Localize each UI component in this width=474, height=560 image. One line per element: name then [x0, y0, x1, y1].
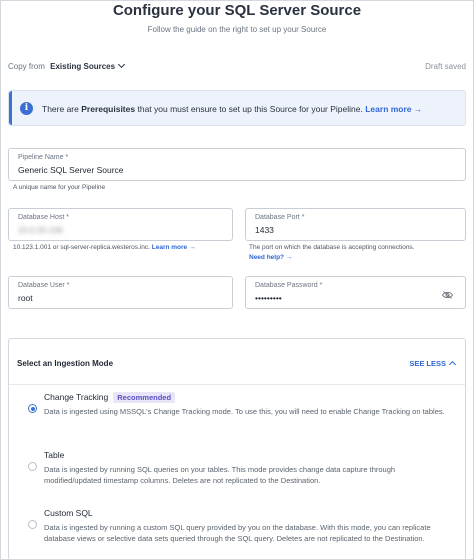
need-help-link[interactable]: Need help? → [249, 254, 292, 261]
copy-from-label: Copy from [8, 62, 45, 71]
banner-text: There are Prerequisites that you must en… [42, 104, 422, 114]
option-custom-sql-desc: Data is ingested by running a custom SQL… [44, 523, 431, 543]
database-host-value[interactable]: 10.0.20.100 [18, 225, 63, 235]
see-less-label[interactable]: SEE LESS [409, 359, 446, 368]
option-change-tracking-label: Change Tracking [44, 392, 109, 402]
arrow-right-icon[interactable]: → [414, 104, 423, 114]
banner-prerequisites: Prerequisites [81, 104, 136, 114]
pipeline-name-input[interactable]: Generic SQL Server Source [18, 165, 124, 175]
banner-learn-more-label[interactable]: Learn more [365, 104, 411, 114]
option-table-title: Table [44, 450, 65, 460]
database-password-input[interactable]: ••••••••• [255, 293, 282, 303]
need-help-label[interactable]: Need help? [249, 254, 284, 261]
database-password-label: Database Password * [255, 282, 323, 289]
banner-text-after: that you must ensure to set up this Sour… [137, 104, 363, 114]
prerequisites-banner: i There are Prerequisites that you must … [8, 90, 466, 126]
database-port-field[interactable]: Database Port * 1433 [245, 208, 466, 241]
database-host-hint-text: 10.123.1.001 or sql-server-replica.weste… [13, 244, 150, 251]
eye-off-icon[interactable] [442, 291, 453, 299]
pipeline-name-label: Pipeline Name * [18, 154, 69, 161]
banner-text-before: There are [42, 104, 79, 114]
database-port-label: Database Port * [255, 214, 305, 221]
copy-from-dropdown[interactable]: Existing Sources [47, 60, 126, 71]
database-host-field[interactable]: Database Host * 10.0.20.100 [8, 208, 233, 241]
option-change-tracking-desc: Data is ingested using MSSQL's Change Tr… [44, 407, 445, 416]
banner-learn-more-link[interactable]: Learn more → [365, 104, 422, 114]
database-host-learn-more-label[interactable]: Learn more [152, 244, 187, 251]
pipeline-name-field[interactable]: Pipeline Name * Generic SQL Server Sourc… [8, 148, 466, 181]
option-custom-sql-title: Custom SQL [44, 508, 93, 518]
database-host-learn-more-link[interactable]: Learn more → [152, 244, 196, 251]
copy-from-row: Copy from Existing Sources Draft saved [8, 60, 466, 74]
database-user-field[interactable]: Database User * root [8, 276, 233, 309]
radio-change-tracking[interactable] [28, 404, 37, 413]
database-host-label: Database Host * [18, 214, 69, 221]
database-host-input[interactable]: 10.0.20.100 [18, 225, 63, 235]
database-user-input[interactable]: root [18, 293, 33, 303]
see-less-toggle[interactable]: SEE LESS [409, 359, 457, 369]
chevron-up-icon[interactable] [448, 360, 457, 369]
ingestion-mode-panel: Select an Ingestion Mode SEE LESS Change… [8, 338, 466, 560]
database-port-input[interactable]: 1433 [255, 225, 274, 235]
copy-from-value[interactable]: Existing Sources [50, 62, 115, 71]
page-title: Configure your SQL Server Source [112, 2, 362, 19]
info-icon: i [20, 102, 33, 115]
database-port-hint: The port on which the database is accept… [249, 244, 415, 251]
database-user-label: Database User * [18, 282, 70, 289]
panel-divider [9, 384, 465, 385]
arrow-right-icon[interactable]: → [286, 254, 293, 261]
database-host-hint: 10.123.1.001 or sql-server-replica.weste… [13, 244, 195, 251]
option-change-tracking-title: Change Tracking Recommended [44, 392, 176, 403]
chevron-down-icon[interactable] [118, 60, 126, 69]
arrow-right-icon[interactable]: → [189, 244, 196, 251]
pipeline-name-hint: A unique name for your Pipeline [13, 184, 106, 191]
draft-status: Draft saved [425, 62, 466, 71]
radio-custom-sql[interactable] [28, 520, 37, 529]
page-subtitle: Follow the guide on the right to set up … [147, 25, 327, 34]
recommended-badge: Recommended [113, 392, 176, 403]
radio-table[interactable] [28, 462, 37, 471]
database-password-field[interactable]: Database Password * ••••••••• [245, 276, 466, 309]
option-table-desc: Data is ingested by running SQL queries … [44, 465, 396, 485]
ingestion-mode-title: Select an Ingestion Mode [17, 359, 114, 368]
